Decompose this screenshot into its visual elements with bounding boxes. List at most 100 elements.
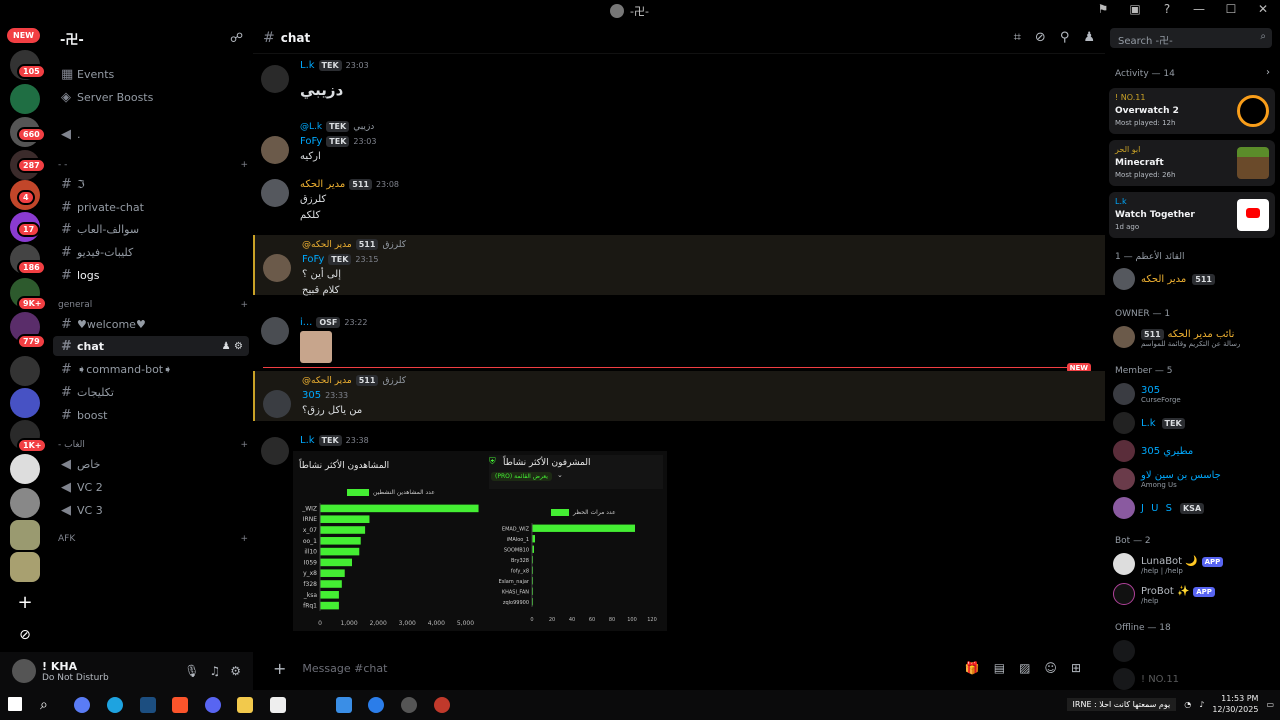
server-icon[interactable] — [10, 388, 40, 418]
inbox-icon[interactable]: ⚑ — [1094, 2, 1112, 16]
category-header[interactable]: AFK + — [58, 534, 248, 544]
server-icon[interactable] — [10, 552, 40, 582]
message[interactable]: مدير الحكه 511 23:08 كلرزق كلكم — [253, 175, 1105, 227]
message-author[interactable]: FoFy — [300, 136, 322, 147]
add-server-icon[interactable]: + — [10, 588, 40, 618]
voice-channel-private[interactable]: ◀ خاص — [53, 454, 249, 474]
sticker-icon[interactable]: ▨ — [1019, 661, 1030, 675]
file-explorer-icon[interactable] — [237, 697, 253, 713]
add-channel-icon[interactable]: + — [240, 160, 248, 170]
wifi-icon[interactable]: ◔ — [1184, 700, 1191, 709]
channel-server-boosts[interactable]: ◈ Server Boosts — [53, 87, 249, 107]
avatar[interactable] — [12, 659, 36, 683]
server-icon[interactable] — [10, 488, 40, 518]
gif-icon[interactable]: ▤ — [994, 661, 1005, 675]
notifications-icon[interactable]: ▭ — [1266, 700, 1274, 709]
chevron-right-icon[interactable]: › — [1266, 67, 1270, 78]
channel-tekleejat[interactable]: # تكليجات — [53, 382, 249, 402]
add-attachment-button[interactable]: + — [273, 659, 286, 678]
activity-header[interactable]: Activity — 14 — [1115, 69, 1175, 79]
member-item[interactable]: L.k TEK — [1113, 411, 1273, 435]
threads-icon[interactable]: ⌗ — [1014, 30, 1021, 45]
category-header[interactable]: - - + — [58, 160, 248, 170]
channel-chat[interactable]: # chat ♟ ⚙ — [53, 336, 249, 356]
message[interactable]: @L.k TEK دزيبي FoFy TEK 23:03 اركيه — [253, 119, 1105, 169]
message-author[interactable]: L.k — [300, 60, 315, 71]
activity-card[interactable]: ! NO.11 Overwatch 2 Most played: 12h — [1109, 88, 1275, 134]
add-channel-icon[interactable]: + — [240, 300, 248, 310]
avatar[interactable] — [263, 390, 291, 418]
minimize-button[interactable]: — — [1190, 2, 1208, 16]
music-ticker[interactable]: IRNE : يوم سمعتها كانت احلا — [1066, 697, 1177, 711]
member-item[interactable]: نائب مدير الحكه 511 رسالة عن التكريم وقا… — [1113, 325, 1273, 349]
avatar[interactable] — [263, 254, 291, 282]
avatar[interactable] — [261, 317, 289, 345]
activity-card[interactable]: L.k Watch Together 1d ago — [1109, 192, 1275, 238]
brave-icon[interactable] — [172, 697, 188, 713]
message-input[interactable]: Message #chat — [302, 662, 387, 675]
member-item[interactable]: 305 مطيري — [1113, 439, 1273, 463]
channel-private-chat[interactable]: # private-chat — [53, 197, 249, 217]
message-author[interactable]: مدير الحكه — [300, 179, 345, 190]
members-icon[interactable]: ♟ — [1083, 30, 1095, 45]
voice-channel[interactable]: ◀. — [53, 124, 249, 144]
maximize-button[interactable]: ☐ — [1222, 2, 1240, 16]
reply-author[interactable]: @L.k — [300, 122, 322, 132]
member-item[interactable]: ! NO.11 — [1113, 667, 1273, 690]
volume-icon[interactable]: ♪ — [1199, 700, 1204, 709]
emoji-icon[interactable]: ☺ — [1044, 661, 1057, 675]
server-icon[interactable] — [10, 454, 40, 484]
message-author[interactable]: i... — [300, 317, 312, 328]
avatar[interactable] — [261, 437, 289, 465]
server-icon[interactable] — [10, 356, 40, 386]
message[interactable]: @مدير الحكه 511 كلرزق 305 23:33 من ياكل رز… — [253, 371, 1105, 421]
voice-channel-vc3[interactable]: ◀ VC 3 — [53, 500, 249, 520]
avatar[interactable] — [261, 65, 289, 93]
channel-video-clips[interactable]: # كليبات-فيديو — [53, 242, 249, 262]
member-item[interactable]: ProBot ✨ APP/help — [1113, 582, 1273, 606]
channel-j[interactable]: # ℑ — [53, 174, 249, 194]
message[interactable]: @مدير الحكه 511 كلرزق FoFy TEK 23:15 إلى أ… — [253, 235, 1105, 296]
apps-icon[interactable]: ⊞ — [1071, 661, 1081, 675]
invite-icon[interactable]: ☍ — [230, 31, 243, 46]
channel-boost[interactable]: # boost — [53, 405, 249, 425]
chart-card-viewers[interactable]: المشاهدون الأكثر نشاطاً عدد المشاهدين ال… — [293, 451, 489, 631]
member-item[interactable] — [1113, 639, 1273, 663]
message-author[interactable]: FoFy — [302, 254, 324, 265]
message[interactable]: L.k TEK 23:03 دزيبي — [253, 55, 1105, 105]
message[interactable]: L.k TEK 23:38 المشاهدون الأكثر نشاطاً عد… — [253, 433, 1105, 648]
discord-icon[interactable] — [205, 697, 221, 713]
headphones-icon[interactable]: ♫ — [209, 664, 220, 678]
category-header[interactable]: general + — [58, 300, 248, 310]
calendar-icon[interactable] — [270, 697, 286, 713]
avatar[interactable] — [261, 136, 289, 164]
app-icon[interactable] — [336, 697, 352, 713]
microphone-icon[interactable]: 🎙 — [184, 664, 199, 678]
image-attachment[interactable] — [300, 331, 332, 363]
member-item[interactable]: LunaBot 🌙 APP/help | /help — [1113, 552, 1273, 576]
voice-channel-vc2[interactable]: ◀ VC 2 — [53, 477, 249, 497]
message-author[interactable]: 305 — [302, 390, 321, 401]
windows-start-icon[interactable] — [8, 697, 22, 711]
app-icon[interactable] — [368, 697, 384, 713]
close-button[interactable]: ✕ — [1254, 2, 1272, 16]
avatar[interactable] — [261, 179, 289, 207]
member-item[interactable]: J U S KSA — [1113, 496, 1273, 520]
activity-card[interactable]: ابو الحر Minecraft Most played: 26h — [1109, 140, 1275, 186]
member-item[interactable]: جاسس بن سين لاو Among Us — [1113, 467, 1273, 491]
add-channel-icon[interactable]: + — [240, 534, 248, 544]
pin-icon[interactable]: ⚲ — [1060, 30, 1070, 45]
server-icon[interactable] — [10, 520, 40, 550]
reply-author[interactable]: @مدير الحكه — [302, 240, 352, 250]
reply-author[interactable]: @مدير الحكه — [302, 376, 352, 386]
member-item[interactable]: 305 CurseForge — [1113, 382, 1273, 406]
copilot-icon[interactable] — [74, 697, 90, 713]
gear-icon[interactable]: ⚙ — [230, 664, 241, 678]
category-header[interactable]: - الغاب + — [58, 440, 248, 450]
notifications-icon[interactable]: ⊘ — [1035, 30, 1046, 45]
new-pill[interactable]: NEW — [7, 28, 40, 43]
message[interactable]: i... OSF 23:22 — [253, 313, 1105, 365]
steam-icon[interactable] — [140, 697, 156, 713]
channel-logs[interactable]: # logs — [53, 265, 249, 285]
member-item[interactable]: مدير الحكه 511 — [1113, 267, 1273, 291]
